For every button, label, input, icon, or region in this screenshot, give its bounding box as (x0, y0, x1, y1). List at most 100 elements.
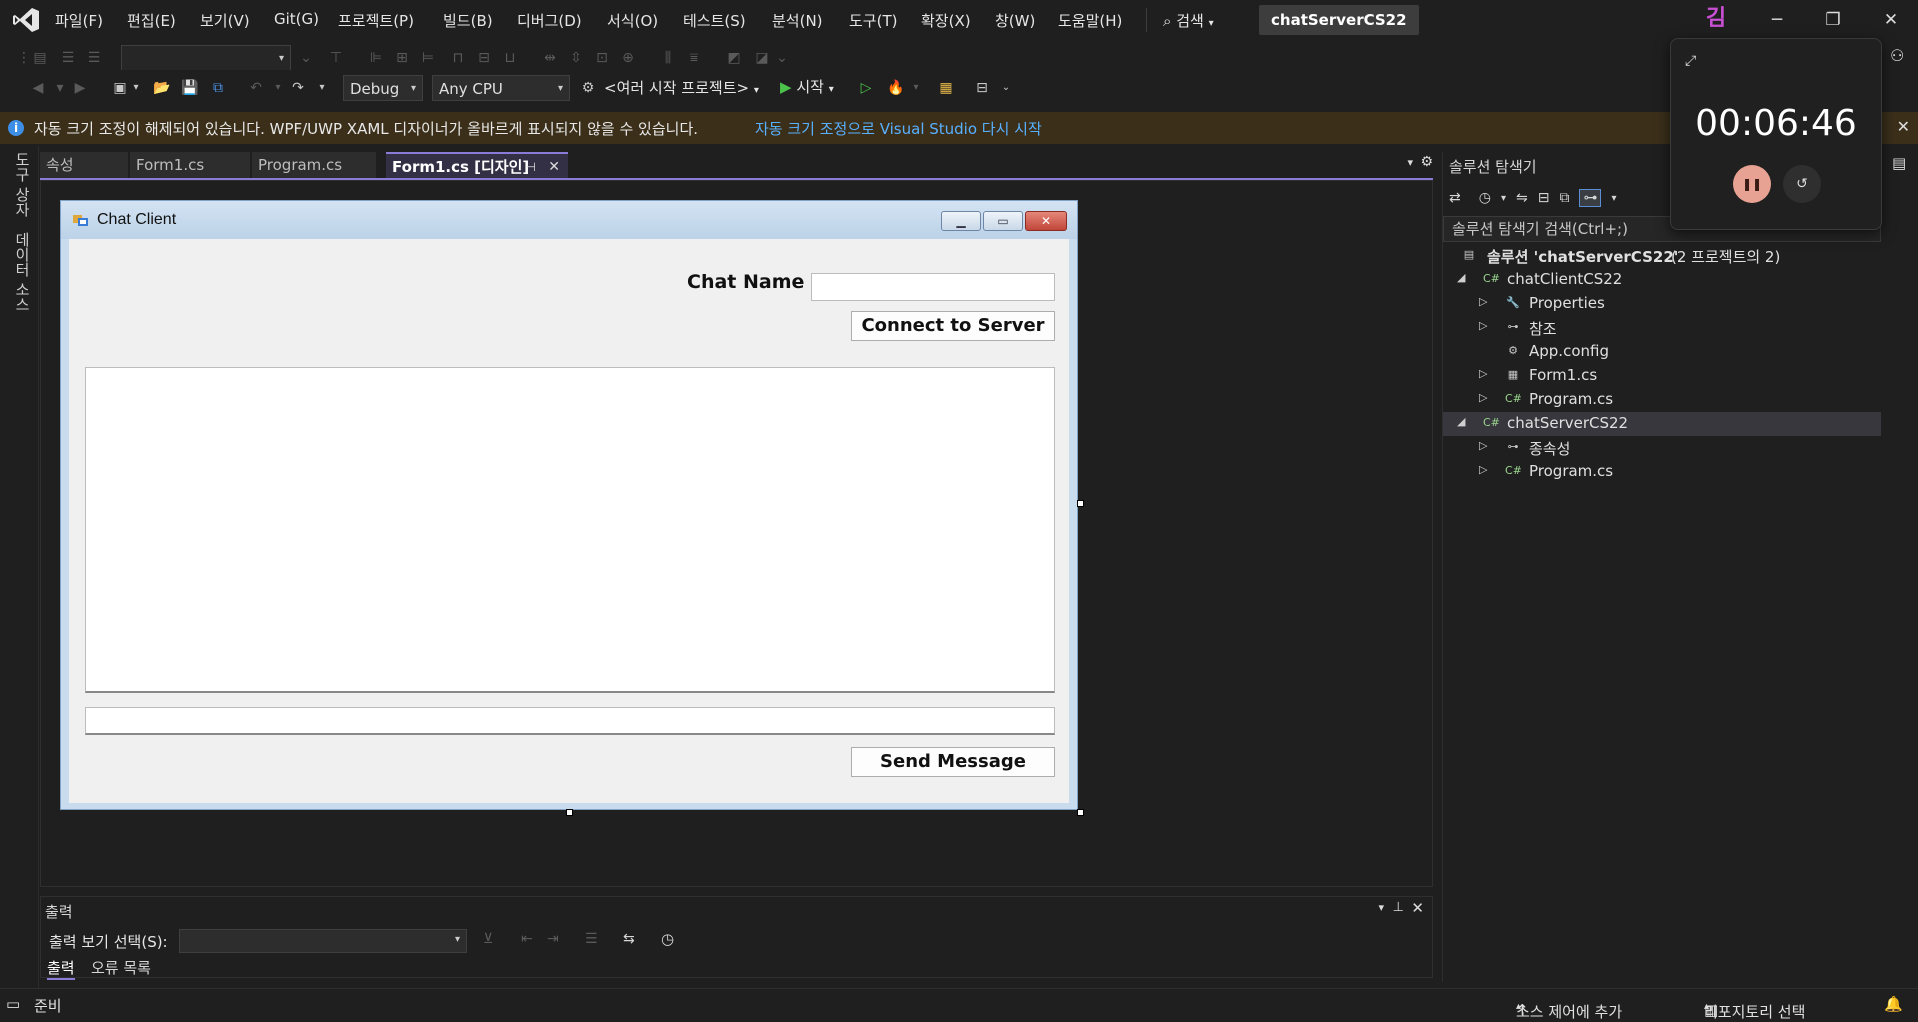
menu-project[interactable]: 프로젝트(P) (338, 10, 414, 31)
chevron-down-icon[interactable]: ▾ (130, 78, 142, 98)
solution-folder-icon[interactable]: ▦ (936, 78, 956, 98)
tab-error-list[interactable]: 오류 목록 (91, 957, 151, 978)
close-icon[interactable]: ✕ (1411, 899, 1424, 917)
menu-help[interactable]: 도움말(H) (1058, 10, 1122, 31)
form-minimize-icon[interactable]: ▁ (941, 211, 981, 231)
close-icon[interactable]: ✕ (1876, 8, 1906, 32)
form-maximize-icon[interactable]: ▭ (983, 211, 1023, 231)
chevron-down-icon[interactable]: ▾ (1378, 901, 1384, 914)
collapsed-icon[interactable]: ▷ (1479, 439, 1487, 452)
restore-icon[interactable]: ❐ (1818, 8, 1848, 32)
feedback-icon[interactable]: ⚇ (1890, 46, 1904, 65)
chevron-down-icon[interactable]: ▾ (312, 78, 332, 98)
menu-edit[interactable]: 편집(E) (127, 10, 176, 31)
tree-item-solution[interactable]: ▤ 솔루션 'chatServerCS22' (2 프로젝트의 2) (1443, 244, 1881, 268)
form-close-icon[interactable]: ✕ (1025, 211, 1067, 231)
tab-form1-design[interactable]: Form1.cs [디자인] ⊣ ✕ (386, 152, 568, 178)
expanded-icon[interactable]: ◢ (1457, 415, 1465, 428)
resize-handle-corner[interactable] (1077, 809, 1084, 816)
platform-dropdown[interactable]: Any CPU ▾ (432, 75, 570, 101)
menu-git[interactable]: Git(G) (274, 10, 319, 28)
startup-projects-dropdown[interactable]: <여러 시작 프로젝트> ▾ (604, 77, 759, 98)
switch-views-icon[interactable]: ⇄ (1449, 190, 1461, 206)
collapsed-icon[interactable]: ▷ (1479, 463, 1487, 476)
resize-handle-right[interactable] (1077, 500, 1084, 507)
menu-build[interactable]: 빌드(B) (443, 10, 493, 31)
clock-icon[interactable]: ◷ (661, 930, 674, 948)
pending-changes-icon[interactable]: ◷ (1479, 190, 1491, 206)
overflow-icon[interactable]: ⌄ (996, 78, 1016, 98)
save-icon[interactable]: 💾 (180, 78, 200, 98)
toolbox-tab[interactable]: 도구 상자 (12, 152, 33, 217)
restart-link[interactable]: 자동 크기 조정으로 Visual Studio 다시 시작 (755, 118, 1042, 139)
side-panel-icon[interactable]: ▤ (1892, 154, 1906, 172)
redo-icon[interactable]: ↷ (288, 78, 308, 98)
tree-item-folder[interactable]: ▷ ⊶ 참조 (1443, 316, 1881, 340)
collapsed-icon[interactable]: ▷ (1479, 295, 1487, 308)
open-folder-icon[interactable]: 📂 (152, 78, 172, 98)
tree-item-file[interactable]: ▷ C# Program.cs (1443, 388, 1881, 412)
menu-debug[interactable]: 디버그(D) (517, 10, 582, 31)
output-source-dropdown[interactable]: ▾ (179, 929, 467, 953)
collapsed-icon[interactable]: ▷ (1479, 319, 1487, 332)
resize-handle-bottom[interactable] (566, 809, 573, 816)
chevron-down-icon[interactable]: ▾ (1611, 193, 1616, 204)
collapse-all-icon[interactable]: ⊟ (1538, 190, 1550, 206)
tree-item-folder[interactable]: ▷ ⊶ 종속성 (1443, 436, 1881, 460)
menu-analyze[interactable]: 분석(N) (772, 10, 823, 31)
chat-client-form[interactable]: Chat Client ▁ ▭ ✕ Chat Name Connect to S… (60, 200, 1078, 810)
start-button[interactable]: ▶ 시작 ▾ (780, 76, 834, 97)
menu-file[interactable]: 파일(F) (55, 10, 103, 31)
chat-name-input[interactable] (811, 273, 1055, 301)
collapsed-icon[interactable]: ▷ (1479, 391, 1487, 404)
chevron-down-icon[interactable]: ▾ (1501, 193, 1506, 204)
word-wrap-icon[interactable]: ⇆ (623, 931, 635, 947)
minimize-icon[interactable]: ─ (1762, 8, 1792, 32)
collapsed-icon[interactable]: ▷ (1479, 367, 1487, 380)
expanded-icon[interactable]: ◢ (1457, 271, 1465, 284)
menu-window[interactable]: 창(W) (995, 10, 1035, 31)
properties-view-icon[interactable]: ⊶ (1579, 189, 1602, 207)
start-without-debug-icon[interactable]: ▷ (856, 78, 876, 98)
tree-item-project[interactable]: ◢ C# chatClientCS22 (1443, 268, 1881, 292)
chat-log-box[interactable] (85, 367, 1055, 693)
tab-form1-cs[interactable]: Form1.cs (130, 152, 250, 178)
pause-button[interactable]: ❚❚ (1733, 165, 1771, 203)
pin-icon[interactable]: ⊣ (526, 154, 536, 180)
avatar[interactable]: 김 (1703, 5, 1729, 33)
gear-icon[interactable]: ⚙ (1420, 154, 1433, 170)
message-input[interactable] (85, 707, 1055, 735)
menu-extensions[interactable]: 확장(X) (921, 10, 971, 31)
expand-icon[interactable]: ⤢ (1685, 53, 1696, 69)
send-message-button[interactable]: Send Message (851, 747, 1055, 777)
tree-item-file[interactable]: ▷ ▦ Form1.cs (1443, 364, 1881, 388)
menu-format[interactable]: 서식(O) (607, 10, 658, 31)
data-sources-tab[interactable]: 데이터 소스 (12, 232, 33, 312)
sync-icon[interactable]: ⇋ (1516, 190, 1528, 206)
search-button[interactable]: ⌕ 검색 ▾ (1163, 10, 1214, 31)
menu-tools[interactable]: 도구(T) (849, 10, 897, 31)
tab-program-cs[interactable]: Program.cs (252, 152, 376, 178)
config-dropdown[interactable]: Debug ▾ (343, 75, 423, 101)
tree-item-file[interactable]: ⚙ App.config (1443, 340, 1881, 364)
close-icon[interactable]: ✕ (1897, 117, 1910, 136)
pin-icon[interactable]: ⊥ (1393, 900, 1404, 915)
tree-item-project[interactable]: ◢ C# chatServerCS22 (1443, 412, 1881, 436)
reset-button[interactable]: ↺ (1783, 165, 1821, 203)
close-icon[interactable]: ✕ (548, 154, 560, 180)
gear-icon[interactable]: ⚙ (578, 78, 598, 98)
menu-test[interactable]: 테스트(S) (683, 10, 746, 31)
tab-properties[interactable]: 속성 (40, 152, 128, 178)
form-icon (73, 215, 88, 226)
window-layout-icon[interactable]: ⊟ (972, 78, 992, 98)
connect-button[interactable]: Connect to Server (851, 311, 1055, 341)
tree-item-file[interactable]: ▷ C# Program.cs (1443, 460, 1881, 484)
tab-list-icon[interactable]: ▾ (1407, 156, 1413, 169)
new-project-icon[interactable]: ▣ (110, 78, 130, 98)
tree-item-folder[interactable]: ▷ 🔧 Properties (1443, 292, 1881, 316)
menu-view[interactable]: 보기(V) (200, 10, 250, 31)
tab-output[interactable]: 출력 (47, 957, 75, 980)
save-all-icon[interactable]: ⧉ (208, 78, 228, 98)
notifications-bell-icon[interactable]: 🔔 (1884, 995, 1903, 1013)
show-all-files-icon[interactable]: ⧉ (1559, 190, 1569, 206)
